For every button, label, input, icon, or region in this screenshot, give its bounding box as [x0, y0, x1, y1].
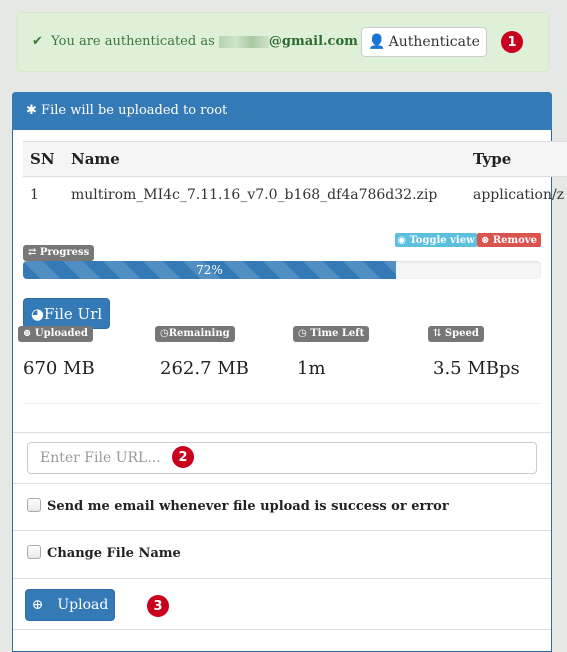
divider — [13, 629, 551, 630]
change-file-name-checkbox[interactable] — [27, 545, 41, 559]
stat-label-speed: ⇅ Speed — [428, 326, 484, 342]
user-icon: 👤 — [368, 34, 386, 50]
divider — [13, 530, 551, 531]
panel-heading-text: File will be uploaded to root — [41, 103, 228, 118]
sort-arrows-icon: ⇅ — [433, 328, 442, 339]
step-badge-3: 3 — [147, 595, 169, 617]
email-notify-checkbox[interactable] — [27, 498, 41, 512]
toggle-view-label: Toggle view — [409, 234, 475, 246]
remove-label: Remove — [492, 234, 537, 246]
upload-label: Upload — [57, 597, 109, 613]
auth-status: ✔ You are authenticated as @gmail.com — [32, 34, 358, 49]
transfer-icon: ⇄ — [28, 247, 37, 258]
clock-icon: ◷ — [298, 328, 307, 339]
file-url-label: File Url — [43, 304, 103, 323]
authenticate-label: Authenticate — [388, 34, 480, 50]
stat-uploaded-value: 670 MB — [23, 358, 95, 379]
stat-time-left-value: 1m — [297, 358, 326, 379]
col-sn: SN — [30, 150, 55, 168]
progress-label: ⇄ Progress — [23, 245, 95, 261]
upload-circle-icon: ⊕ — [23, 328, 32, 339]
stat-label-remaining: ◷Remaining — [155, 326, 235, 342]
redacted-email-part — [218, 35, 269, 48]
auth-email: @gmail.com — [268, 34, 358, 49]
email-notify-label: Send me email whenever file upload is su… — [47, 499, 449, 514]
step-badge-2: 2 — [172, 446, 194, 468]
cell-type: application/z — [473, 187, 565, 203]
file-url-button[interactable]: ◕ File Url — [23, 298, 110, 329]
remove-circle-icon: ⊗ — [481, 234, 490, 246]
step-badge-1: 1 — [501, 31, 523, 53]
divider — [23, 403, 541, 404]
stat-remaining-value: 262.7 MB — [160, 358, 249, 379]
divider — [13, 483, 551, 484]
upload-circle-icon: ⊕ — [31, 597, 44, 613]
col-type: Type — [473, 150, 512, 168]
progress-label-text: Progress — [39, 247, 90, 258]
divider — [13, 432, 551, 433]
divider — [13, 578, 551, 579]
stat-label-text: Uploaded — [34, 328, 88, 339]
globe-icon: ◕ — [30, 304, 44, 323]
file-url-input[interactable] — [27, 442, 537, 474]
toggle-view-button[interactable]: ◉ Toggle view — [395, 233, 477, 247]
stat-label-time-left: ◷ Time Left — [293, 326, 370, 342]
authenticate-button[interactable]: 👤 Authenticate — [361, 27, 487, 57]
cell-sn: 1 — [30, 187, 39, 203]
progress-fill: 72% — [23, 261, 396, 279]
change-file-name-label: Change File Name — [47, 546, 181, 561]
asterisk-icon: ✱ — [26, 103, 37, 118]
stat-label-uploaded: ⊕ Uploaded — [18, 326, 93, 342]
stat-label-text: Remaining — [168, 328, 230, 339]
upload-button[interactable]: ⊕ Upload — [25, 589, 115, 621]
stat-label-text: Time Left — [310, 328, 365, 339]
auth-message: You are authenticated as — [51, 34, 215, 49]
stat-speed-value: 3.5 MBps — [433, 358, 520, 379]
eye-icon: ◉ — [397, 234, 407, 246]
remove-button[interactable]: ⊗ Remove — [477, 233, 541, 247]
stat-label-text: Speed — [444, 328, 479, 339]
cell-name: multirom_MI4c_7.11.16_v7.0_b168_df4a786d… — [71, 187, 438, 203]
clock-icon: ◷ — [160, 328, 169, 339]
col-name: Name — [71, 150, 120, 168]
panel-heading: ✱ File will be uploaded to root — [12, 92, 552, 130]
progress-bar: 72% — [23, 261, 541, 279]
checkmark-icon: ✔ — [32, 34, 43, 49]
